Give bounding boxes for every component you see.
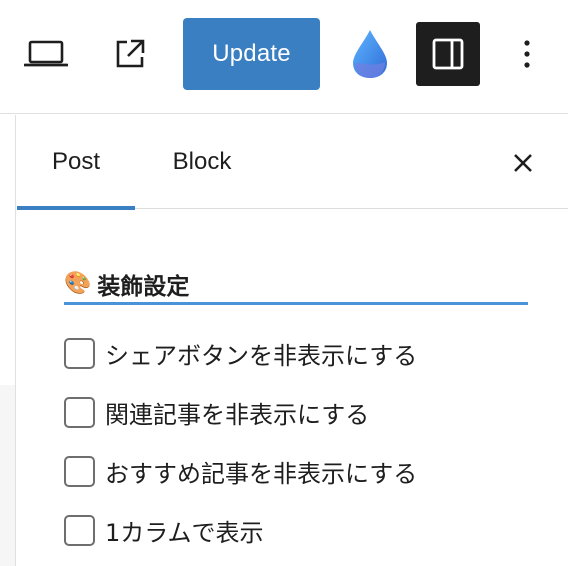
- option-label: シェアボタンを非表示にする: [105, 341, 418, 370]
- option-hide-recommended-posts[interactable]: おすすめ記事を非表示にする: [64, 454, 417, 488]
- checkbox[interactable]: [64, 514, 95, 546]
- sidebar-tabs: Post Block: [17, 115, 568, 210]
- option-hide-related-posts[interactable]: 関連記事を非表示にする: [64, 395, 369, 429]
- option-hide-share-buttons[interactable]: シェアボタンを非表示にする: [64, 336, 417, 370]
- option-label: 1カラムで表示: [105, 518, 264, 547]
- sidebar-toggle-icon[interactable]: [416, 22, 480, 86]
- checkbox[interactable]: [64, 396, 95, 428]
- section-title-text: 装飾設定: [97, 273, 190, 300]
- option-label: おすすめ記事を非表示にする: [105, 459, 418, 488]
- tab-block[interactable]: Block: [147, 115, 257, 209]
- checkbox[interactable]: [64, 455, 95, 487]
- laptop-icon[interactable]: [22, 36, 70, 72]
- water-drop-icon[interactable]: [344, 26, 396, 82]
- vertical-ellipsis-icon[interactable]: [510, 30, 544, 78]
- editor-canvas-edge: [0, 115, 16, 566]
- checkbox[interactable]: [64, 337, 95, 369]
- settings-sidebar: Post Block 🎨 装飾設定 シェアボタンを非表示にする 関連記事を非表示…: [17, 115, 568, 566]
- option-one-column[interactable]: 1カラムで表示: [64, 513, 264, 547]
- editor-toolbar: Update: [0, 0, 568, 114]
- section-title: 🎨 装飾設定: [64, 265, 528, 305]
- close-icon[interactable]: [503, 143, 543, 183]
- palette-icon: 🎨: [64, 270, 92, 296]
- option-label: 関連記事を非表示にする: [105, 400, 370, 429]
- update-button[interactable]: Update: [183, 18, 320, 90]
- external-link-icon[interactable]: [108, 32, 152, 76]
- editor-canvas-shade: [0, 385, 15, 566]
- tab-post[interactable]: Post: [17, 115, 135, 210]
